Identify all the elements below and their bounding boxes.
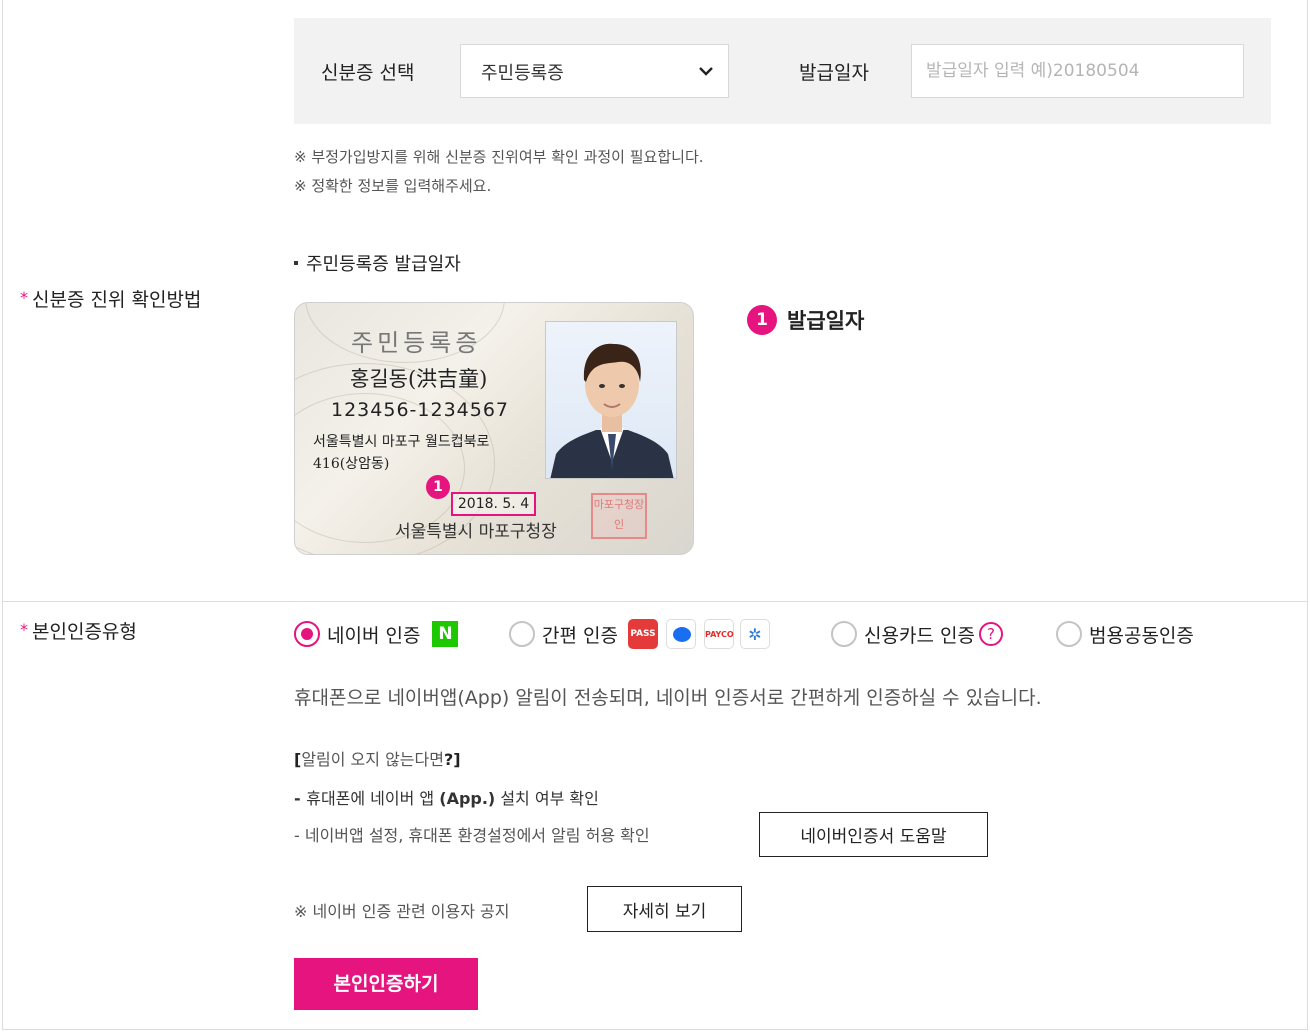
tip-install-check: - 휴대폰에 네이버 앱 (App.) 설치 여부 확인	[294, 785, 599, 809]
card-issuer: 서울특별시 마포구청장	[395, 522, 557, 542]
card-address: 서울특별시 마포구 월드컵북로 416(상암동)	[313, 431, 489, 475]
radio-unselected-icon	[509, 621, 535, 647]
person-photo-icon	[550, 343, 674, 478]
tip-title-close: ?]	[443, 750, 461, 769]
legend-text: 발급일자	[787, 309, 865, 333]
radio-selected-icon	[294, 621, 320, 647]
radio-naver-label: 네이버 인증	[327, 624, 421, 647]
tip-title-text: 알림이 오지 않는다면	[301, 750, 444, 769]
tip1-text-b: (App.)	[439, 789, 496, 808]
naver-logo-icon: N	[432, 621, 459, 647]
id-type-value: 주민등록증	[481, 63, 564, 84]
card-title: 주민등록증	[351, 329, 482, 357]
radio-simple[interactable]: 간편 인증 PASS PAYCO ✲	[509, 617, 770, 651]
required-mark: *	[20, 620, 28, 639]
auth-type-options: 네이버 인증 N 간편 인증 PASS PAYCO ✲ 신용카드 인증 ? 범용…	[294, 617, 1254, 651]
toss-logo-icon	[665, 619, 696, 649]
required-mark: *	[20, 288, 28, 307]
tip1-dash: -	[294, 789, 307, 808]
id-verify-label-text: 신분증 진위 확인방법	[32, 289, 202, 311]
radio-unselected-icon	[1056, 621, 1082, 647]
card-rrn: 123456-1234567	[331, 399, 510, 421]
section-divider	[2, 601, 1308, 602]
card-name: 홍길동(洪吉童)	[350, 367, 488, 391]
tip1-text-c: 설치 여부 확인	[495, 789, 599, 808]
id-verify-label: * 신분증 진위 확인방법	[20, 285, 201, 312]
naver-auth-notice: ※ 네이버 인증 관련 이용자 공지	[294, 902, 510, 921]
tip-notification-check: - 네이버앱 설정, 휴대폰 환경설정에서 알림 허용 확인	[294, 826, 650, 845]
radio-simple-label: 간편 인증	[542, 624, 618, 647]
pass-logo-icon: PASS	[627, 619, 658, 649]
id-type-label: 신분증 선택	[321, 62, 415, 84]
legend-number-badge: 1	[747, 305, 777, 335]
radio-unselected-icon	[831, 621, 857, 647]
radio-naver[interactable]: 네이버 인증 N	[294, 617, 459, 651]
radio-public-cert[interactable]: 범용공동인증	[1056, 617, 1194, 651]
naver-auth-description: 휴대폰으로 네이버앱(App) 알림이 전송되며, 네이버 인증서로 간편하게 …	[294, 687, 1042, 709]
id-card-image: 주민등록증 홍길동(洪吉童) 123456-1234567 서울특별시 마포구 …	[294, 302, 694, 555]
card-photo	[545, 321, 677, 479]
kb-logo-icon: ✲	[739, 619, 770, 649]
issue-date-label: 발급일자	[799, 62, 869, 84]
id-select-panel: 신분증 선택 주민등록증 발급일자	[294, 18, 1271, 124]
chevron-down-icon	[699, 67, 713, 76]
tip1-text-a: 휴대폰에 네이버 앱	[306, 789, 440, 808]
id-type-select[interactable]: 주민등록증	[460, 44, 729, 98]
card-marker: 1	[426, 475, 450, 499]
card-address-line1: 서울특별시 마포구 월드컵북로	[313, 434, 490, 450]
guide-title-text: 주민등록증 발급일자	[306, 254, 461, 275]
radio-public-cert-label: 범용공동인증	[1089, 624, 1194, 647]
card-issue-date: 2018. 5. 4	[451, 492, 536, 516]
auth-type-label-text: 본인인증유형	[32, 621, 137, 643]
radio-credit-card-label: 신용카드 인증	[864, 624, 975, 647]
submit-auth-button[interactable]: 본인인증하기	[294, 958, 478, 1010]
auth-type-label: * 본인인증유형	[20, 617, 137, 644]
payco-logo-icon: PAYCO	[703, 619, 734, 649]
tip-title: [알림이 오지 않는다면?]	[294, 746, 461, 770]
card-stamp: 마포구청장인	[591, 493, 647, 539]
notice-fraud: ※ 부정가입방지를 위해 신분증 진위여부 확인 과정이 필요합니다.	[294, 148, 704, 166]
card-address-line2: 416(상암동)	[313, 456, 390, 472]
issue-date-input[interactable]	[911, 44, 1244, 98]
radio-credit-card[interactable]: 신용카드 인증 ?	[831, 617, 1003, 651]
help-icon[interactable]: ?	[978, 622, 1003, 646]
naver-cert-help-button[interactable]: 네이버인증서 도움말	[759, 812, 988, 857]
view-details-button[interactable]: 자세히 보기	[587, 886, 742, 932]
guide-title: 주민등록증 발급일자	[294, 250, 461, 276]
issue-date-legend: 1 발급일자	[747, 305, 864, 337]
bullet-icon	[294, 261, 298, 265]
notice-accuracy: ※ 정확한 정보를 입력해주세요.	[294, 177, 492, 195]
